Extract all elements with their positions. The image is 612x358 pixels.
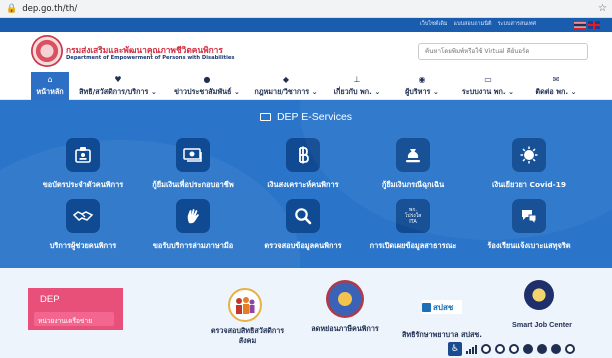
language-switch[interactable] (574, 21, 600, 29)
nav-item-label: เกี่ยวกับ พก. ⌄ (333, 87, 381, 96)
url-text[interactable]: dep.go.th/th/ (22, 4, 77, 14)
heart-icon: ♥ (114, 75, 122, 84)
main-nav: ⌂ หน้าหลัก ♥ สิทธิ/สวัสดิการ/บริการ ⌄ ● … (0, 72, 612, 100)
partner-label: Smart Job Center (512, 320, 572, 329)
accessibility-toolbar: ♿ (444, 340, 612, 358)
dep-network-card[interactable]: DEP หน่วยงานเครือข่าย (28, 288, 123, 330)
uk-flag-icon[interactable] (588, 21, 600, 29)
site-title-english[interactable]: Department of Empowerment of Persons wit… (66, 55, 234, 61)
contrast-light-icon[interactable] (509, 344, 519, 354)
nav-item-news[interactable]: ● ข่าวประชาสัมพันธ์ ⌄ (166, 72, 248, 100)
service-emergency-loan[interactable]: กู้ยืมเงินกรณีฉุกเฉิน (338, 138, 488, 192)
nhso-logo-text: สปสช (433, 302, 454, 312)
family-illustration-icon (228, 288, 262, 322)
nav-item-about[interactable]: ⊥ เกี่ยวกับ พก. ⌄ (326, 72, 388, 100)
virus-icon (512, 138, 546, 172)
person-icon: ◉ (418, 75, 426, 84)
nav-item-label: กฎหมาย/วิชาการ ⌄ (254, 87, 318, 96)
nav-item-rights[interactable]: ♥ สิทธิ/สวัสดิการ/บริการ ⌄ (72, 72, 164, 100)
nav-item-systems[interactable]: ▭ ระบบงาน พก. ⌄ (452, 72, 524, 100)
contrast-normal-icon[interactable] (481, 344, 491, 354)
nav-item-label: ข่าวประชาสัมพันธ์ ⌄ (174, 87, 240, 96)
nav-item-label: สิทธิ/สวัสดิการ/บริการ ⌄ (79, 87, 157, 96)
monitor-icon: ▭ (484, 75, 492, 84)
service-label: เงินสงเคราะห์คนพิการ (267, 180, 339, 189)
nav-item-home[interactable]: ⌂ หน้าหลัก (31, 72, 69, 100)
eservices-section: DEP E-Services ขอบัตรประจำตัวคนพิการ กู้… (0, 100, 612, 268)
complaint-icon (512, 199, 546, 233)
thai-flag-icon[interactable] (574, 21, 586, 29)
wheelchair-icon[interactable]: ♿ (448, 342, 462, 356)
nav-item-label: หน้าหลัก (36, 87, 64, 96)
nav-item-label: ระบบงาน พก. ⌄ (461, 87, 515, 96)
monitor-icon (259, 113, 271, 121)
service-covid-relief[interactable]: เงินเยียวยา Covid-19 (454, 138, 604, 192)
nav-item-label: ผู้บริหาร ⌄ (405, 87, 439, 96)
contrast-high-icon[interactable] (565, 344, 575, 354)
contrast-white-icon[interactable] (495, 344, 505, 354)
home-icon: ⌂ (47, 75, 53, 84)
utility-links: เว็บไซต์เดิม แบบสอบถามนิติ ระบบสารสนเทศ (420, 20, 536, 28)
eservices-title-text: DEP E-Services (276, 111, 353, 123)
graduation-cap-icon: ◆ (282, 75, 290, 84)
open-data-tile-text: พก. โปร่งใส ITA (404, 207, 422, 225)
utility-link[interactable]: เว็บไซต์เดิม (420, 20, 448, 28)
nav-item-law[interactable]: ◆ กฎหมาย/วิชาการ ⌄ (251, 72, 321, 100)
revenue-department-logo (326, 280, 364, 318)
partner-tax-deduction[interactable]: ลดหย่อนภาษีคนพิการ (300, 274, 390, 334)
eservices-title: DEP E-Services (0, 111, 612, 123)
chat-icon: ● (203, 75, 211, 84)
service-label: กู้ยืมเงินกรณีฉุกเฉิน (381, 180, 445, 189)
id-card-icon (66, 138, 100, 172)
partner-label: ลดหย่อนภาษีคนพิการ (311, 324, 379, 333)
partner-label: ตรวจสอบสิทธิสวัสดิการ สังคม (210, 326, 285, 345)
contrast-black-icon[interactable] (537, 344, 547, 354)
nav-item-contact[interactable]: ✉ ติดต่อ พก. ⌄ (526, 72, 586, 100)
org-chart-icon: ⊥ (353, 75, 361, 84)
baht-icon (286, 138, 320, 172)
contrast-yellow-icon[interactable] (551, 344, 561, 354)
dep-card-subtitle: หน่วยงานเครือข่าย (34, 312, 114, 326)
search-icon (286, 199, 320, 233)
utility-link[interactable]: ระบบสารสนเทศ (498, 20, 536, 28)
text-size-icon[interactable] (466, 344, 477, 354)
nhso-mark-icon (422, 302, 431, 312)
search-input[interactable] (418, 43, 588, 60)
dep-card-title: DEP (40, 294, 60, 305)
service-label: ร้องเรียนแจ้งเบาะแสทุจริต (487, 241, 571, 250)
utility-link[interactable]: แบบสอบถามนิติ (454, 20, 492, 28)
open-data-icon: พก. โปร่งใส ITA (396, 199, 430, 233)
service-corruption-report[interactable]: ร้องเรียนแจ้งเบาะแสทุจริต (454, 199, 604, 253)
service-welfare-allowance[interactable]: เงินสงเคราะห์คนพิการ (228, 138, 378, 192)
contrast-dark-icon[interactable] (523, 344, 533, 354)
bookmark-star-icon[interactable]: ☆ (598, 3, 607, 14)
partner-social-welfare[interactable]: ตรวจสอบสิทธิสวัสดิการ สังคม (190, 278, 305, 356)
nhso-logo: สปสช (422, 300, 462, 314)
browser-address-bar[interactable]: 🔒 dep.go.th/th/ ☆ (0, 0, 612, 18)
handshake-icon (66, 199, 100, 233)
partner-smart-job-center[interactable]: Smart Job Center (492, 276, 592, 336)
dep-logo[interactable] (31, 35, 63, 67)
mail-icon: ✉ (552, 75, 560, 84)
smart-job-center-logo (524, 280, 554, 310)
partner-nhso[interactable]: สปสช สิทธิรักษาพยาบาล สปสช. (392, 288, 492, 348)
service-label: เงินเยียวยา Covid-19 (491, 180, 567, 189)
sign-language-icon (176, 199, 210, 233)
money-bag-icon (396, 138, 430, 172)
nav-item-executives[interactable]: ◉ ผู้บริหาร ⌄ (396, 72, 448, 100)
nav-item-label: ติดต่อ พก. ⌄ (535, 87, 577, 96)
utility-bar: เว็บไซต์เดิม แบบสอบถามนิติ ระบบสารสนเทศ (0, 18, 612, 32)
site-header: กรมส่งเสริมและพัฒนาคุณภาพชีวิตคนพิการ De… (0, 32, 612, 72)
money-icon (176, 138, 210, 172)
lock-icon: 🔒 (6, 3, 18, 14)
